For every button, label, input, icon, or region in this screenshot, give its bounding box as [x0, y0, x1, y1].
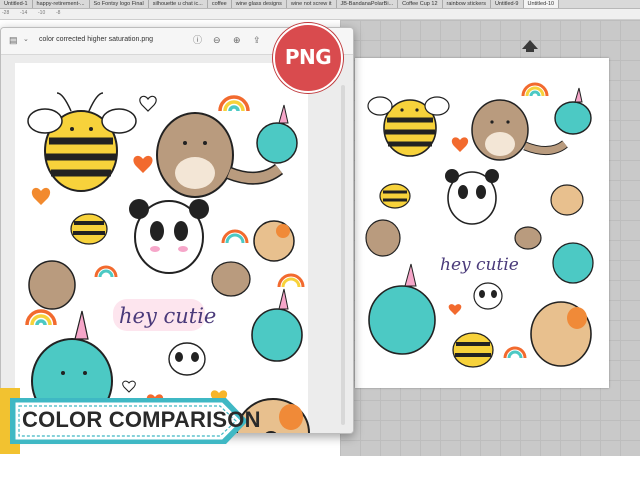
browser-tab[interactable]: happy-retirement-...	[33, 0, 90, 8]
bee-small-sticker	[379, 183, 411, 209]
rainbow-sticker	[521, 82, 549, 97]
rainbow-sticker	[218, 95, 250, 112]
heart-sticker-2	[31, 187, 51, 205]
preview-page: hey cutie	[15, 63, 310, 433]
rainbow-sticker-2	[221, 229, 249, 244]
png-badge-label: PNG	[284, 45, 332, 69]
zoom-out-icon[interactable]: ⊖	[213, 35, 221, 45]
browser-tab[interactable]: coffee	[208, 0, 232, 8]
banner-label: COLOR COMPARISON	[22, 407, 261, 432]
ruler-mark: -28	[2, 10, 10, 16]
browser-tab[interactable]: So Fontsy logo Final	[90, 0, 149, 8]
ruler-mark: -10	[38, 10, 46, 16]
cat-small-sticker	[28, 260, 76, 310]
browser-tab[interactable]: JB-BandanaPolarBi...	[337, 0, 399, 8]
narwhal-sticker-top	[256, 104, 298, 164]
ruler: -28 -14 -10 -8	[0, 9, 640, 20]
browser-tab[interactable]: rainbow stickers	[443, 0, 491, 8]
hey-cutie-text: hey cutie	[440, 255, 519, 275]
dog-big-sticker	[530, 301, 592, 367]
browser-tab[interactable]: wine glass designs	[232, 0, 287, 8]
chevron-down-icon[interactable]: ⌄	[23, 35, 29, 45]
heart-outline-sticker	[139, 95, 157, 112]
rainbow-sticker-5	[25, 309, 57, 326]
ruler-mark: -14	[20, 10, 28, 16]
heart-sticker-2	[448, 304, 462, 315]
panda-small-sticker	[473, 282, 503, 310]
narwhal-right-sticker	[552, 242, 594, 284]
scroll-up-icon-base	[526, 48, 534, 52]
heart-sticker	[133, 155, 153, 173]
dog-small-sticker	[253, 220, 295, 262]
png-badge: PNG	[273, 23, 343, 93]
preview-scrollbar[interactable]	[339, 85, 347, 425]
rainbow-sticker-2	[503, 346, 527, 359]
bee-sticker	[367, 96, 450, 157]
panda-sticker-large	[129, 199, 209, 274]
cat-small-sticker	[365, 219, 401, 257]
preview-content: hey cutie	[1, 55, 353, 433]
sidebar-icon[interactable]: ▤	[9, 35, 18, 45]
panda-sticker	[445, 169, 499, 225]
bottom-area	[0, 456, 640, 480]
browser-tab[interactable]: wine not screw it	[287, 0, 337, 8]
cat-tiny-sticker	[211, 261, 251, 297]
sticker-sheet-print: hey cutie	[355, 58, 609, 388]
info-icon[interactable]: ⓘ	[193, 35, 202, 45]
bee-sticker-large	[27, 92, 137, 192]
cat-sticker	[471, 99, 568, 161]
ruler-mark: -8	[56, 10, 61, 16]
browser-tab[interactable]: Untitled-9	[491, 0, 524, 8]
zoom-in-icon[interactable]: ⊕	[233, 35, 241, 45]
narwhal-big-sticker	[368, 263, 436, 355]
share-icon[interactable]: ⇪	[253, 35, 261, 45]
browser-tab-strip: Untitled-1 happy-retirement-... So Fonts…	[0, 0, 640, 9]
browser-tab[interactable]: silhouette u chat ic...	[149, 0, 208, 8]
bee-bottom-sticker	[452, 332, 494, 368]
sticker-sheet-art: hey cutie	[365, 82, 594, 368]
rainbow-sticker-3	[94, 265, 118, 278]
cat-tiny-sticker	[514, 226, 542, 250]
browser-tab[interactable]: Coffee Cup 12	[398, 0, 443, 8]
heart-outline-sticker-2	[122, 380, 136, 393]
preview-sticker-art: hey cutie	[25, 92, 310, 433]
rainbow-sticker-4	[277, 273, 305, 288]
narwhal-sticker	[554, 87, 592, 135]
hey-cutie-text: hey cutie	[119, 304, 216, 328]
panda-small-sticker	[168, 342, 206, 376]
browser-tab-active[interactable]: Untitled-10	[523, 0, 560, 8]
narwhal-right-sticker	[251, 288, 303, 362]
heart-sticker	[451, 137, 469, 152]
dog-small-sticker	[550, 184, 584, 216]
browser-tab[interactable]: Untitled-1	[0, 0, 33, 8]
bee-small-sticker	[70, 213, 108, 245]
document-title: color corrected higher saturation.png	[39, 36, 154, 43]
